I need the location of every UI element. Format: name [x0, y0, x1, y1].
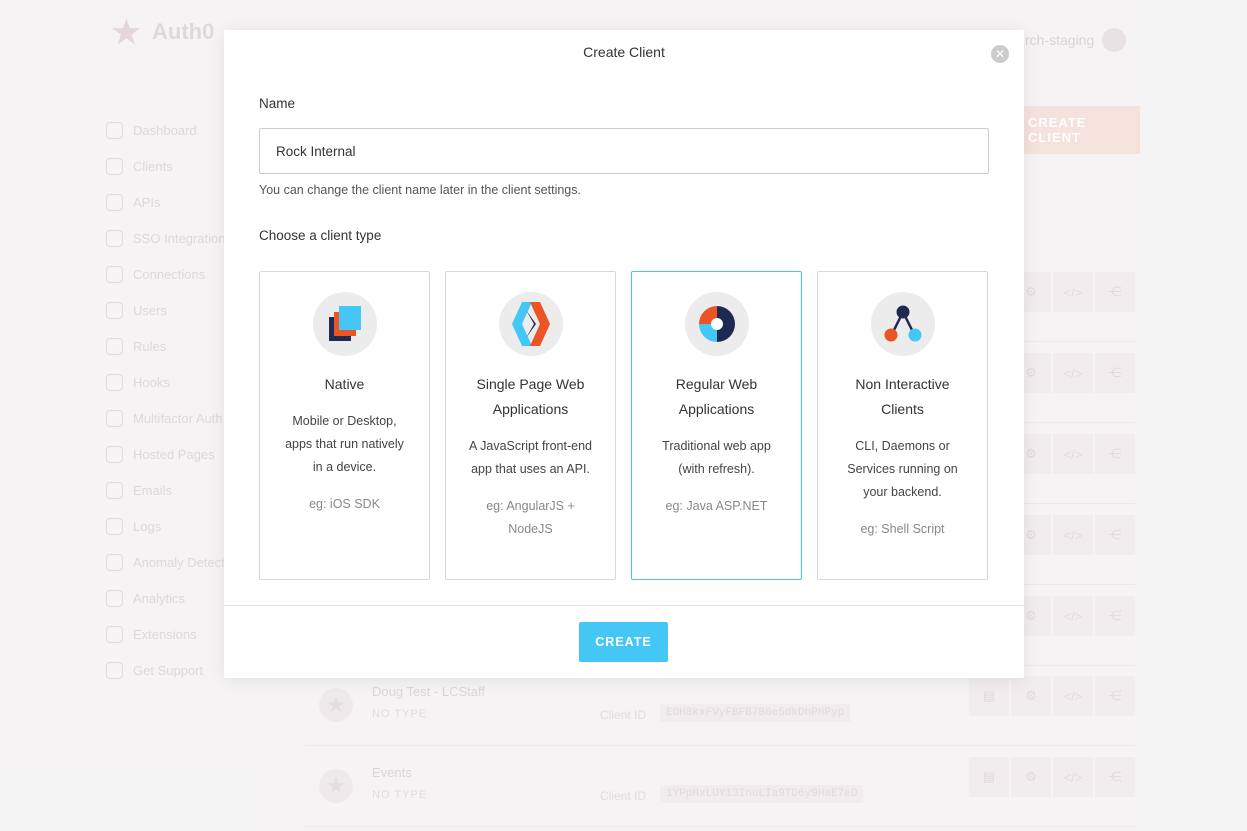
card-description: A JavaScript front-end app that uses an …: [469, 439, 592, 476]
card-example: eg: Shell Script: [860, 522, 945, 536]
spa-icon: [499, 292, 563, 356]
card-example: eg: Java ASP.NET: [665, 499, 768, 513]
create-button[interactable]: CREATE: [579, 622, 668, 662]
modal-title: Create Client: [583, 44, 665, 60]
name-help-text: You can change the client name later in …: [259, 183, 581, 197]
native-icon: [313, 292, 377, 356]
client-type-regular-web[interactable]: Regular Web Applications Traditional web…: [631, 271, 802, 580]
non-interactive-icon: [871, 292, 935, 356]
client-type-non-interactive[interactable]: Non Interactive Clients CLI, Daemons or …: [817, 271, 988, 580]
card-example: eg: AngularJS + NodeJS: [486, 499, 575, 536]
card-title: Single Page Web Applications: [476, 376, 585, 417]
client-name-input[interactable]: [259, 128, 989, 174]
create-client-modal: Create Client ✕ Name You can change the …: [224, 30, 1024, 678]
name-label: Name: [259, 96, 296, 111]
regular-web-icon: [685, 292, 749, 356]
client-type-label: Choose a client type: [259, 228, 382, 243]
card-description: CLI, Daemons or Services running on your…: [847, 439, 958, 499]
close-icon[interactable]: ✕: [991, 45, 1009, 63]
client-type-native[interactable]: Native Mobile or Desktop, apps that run …: [259, 271, 430, 580]
client-type-spa[interactable]: Single Page Web Applications A JavaScrip…: [445, 271, 616, 580]
card-title: Non Interactive Clients: [855, 376, 950, 417]
modal-footer-divider: [224, 605, 1024, 606]
card-description: Traditional web app (with refresh).: [662, 439, 771, 476]
card-example: eg: iOS SDK: [309, 497, 380, 511]
card-title: Regular Web Applications: [675, 376, 758, 417]
card-description: Mobile or Desktop, apps that run nativel…: [285, 414, 404, 474]
card-title: Native: [324, 376, 365, 392]
